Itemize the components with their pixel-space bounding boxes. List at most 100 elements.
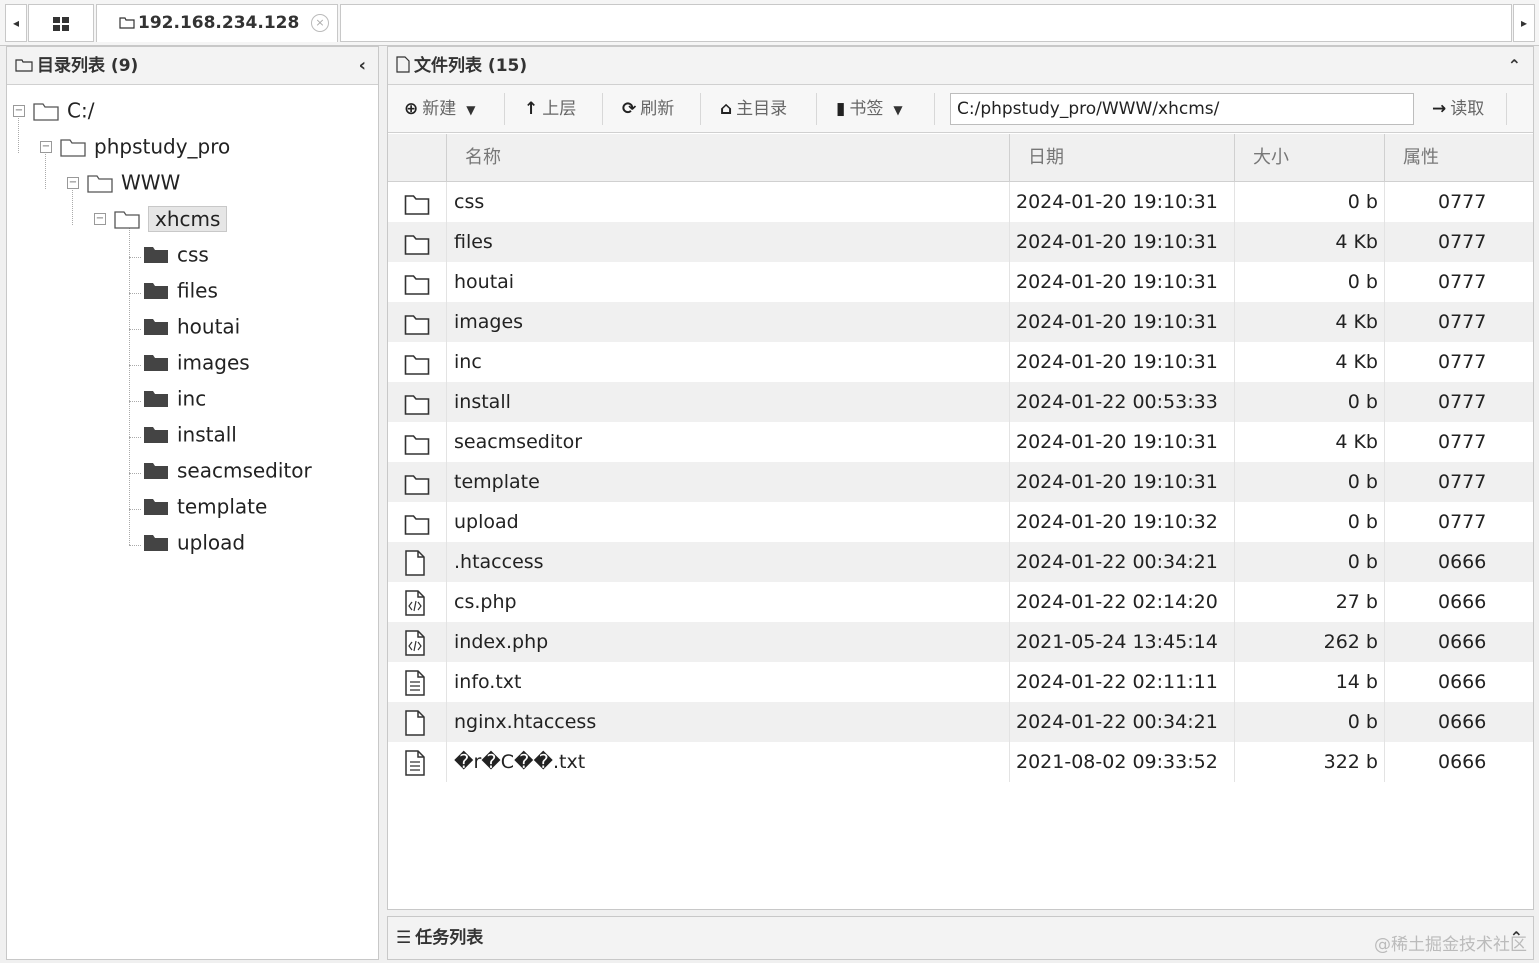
file-date: 2024-01-20 19:10:31	[1016, 231, 1218, 253]
table-row[interactable]: cs.php 2024-01-22 02:14:20 27 b 0666	[388, 582, 1533, 622]
file-name: template	[454, 471, 540, 493]
column-header-date[interactable]: 日期	[1009, 134, 1234, 182]
file-size: 14 b	[1335, 671, 1378, 693]
tree-node-child[interactable]: css	[143, 237, 209, 269]
table-row[interactable]: houtai 2024-01-20 19:10:31 0 b 0777	[388, 262, 1533, 302]
folder-icon	[119, 17, 135, 29]
tree-node-child[interactable]: inc	[143, 381, 206, 413]
folder-icon	[404, 350, 432, 375]
tree-node-root[interactable]: − C:/	[13, 93, 94, 125]
bookmark-button[interactable]: ▮ 书签 ▼	[836, 94, 903, 124]
grid-icon	[53, 16, 69, 31]
folder-open-icon	[87, 174, 113, 193]
tab-bar: ◂ 192.168.234.128 × ▸	[0, 0, 1539, 46]
file-name: files	[454, 231, 493, 253]
tree-node-label: images	[177, 350, 250, 375]
folder-icon	[404, 270, 432, 295]
file-size: 0 b	[1347, 471, 1378, 493]
tree-node-child[interactable]: seacmseditor	[143, 453, 312, 485]
column-header-attr[interactable]: 属性	[1384, 134, 1533, 182]
file-date: 2024-01-22 00:34:21	[1016, 711, 1218, 733]
file-name: cs.php	[454, 591, 517, 613]
collapse-icon[interactable]: −	[40, 140, 52, 153]
file-size: 4 Kb	[1335, 351, 1378, 373]
file-attr: 0666	[1438, 711, 1487, 733]
tree-node-label: template	[177, 494, 268, 519]
file-name: upload	[454, 511, 519, 533]
home-tab[interactable]	[28, 4, 94, 42]
tab-scroll-right-button[interactable]: ▸	[1513, 4, 1535, 42]
up-button[interactable]: ↑ 上层	[524, 94, 576, 124]
table-row[interactable]: template 2024-01-20 19:10:31 0 b 0777	[388, 462, 1533, 502]
table-row[interactable]: nginx.htaccess 2024-01-22 00:34:21 0 b 0666	[388, 702, 1533, 742]
path-input[interactable]	[950, 93, 1414, 125]
tree-node-child[interactable]: houtai	[143, 309, 240, 341]
table-row[interactable]: index.php 2021-05-24 13:45:14 262 b 0666	[388, 622, 1533, 662]
file-size: 0 b	[1347, 511, 1378, 533]
close-icon[interactable]: ×	[311, 14, 329, 32]
new-button[interactable]: ⊕ 新建 ▼	[404, 94, 475, 124]
refresh-button[interactable]: ⟳ 刷新	[622, 94, 674, 124]
file-date: 2024-01-20 19:10:31	[1016, 191, 1218, 213]
file-panel: 文件列表 (15) ⌃ ⊕新建 ▼ ↑上层 ⟳刷新 ⌂主目录 ▮书签 ▼ →读取 名…	[387, 46, 1534, 910]
watermark: @稀土掘金技术社区	[1374, 935, 1527, 955]
tree-node-child[interactable]: install	[143, 417, 237, 449]
arrow-up-icon: ↑	[524, 99, 539, 119]
table-row[interactable]: css 2024-01-20 19:10:31 0 b 0777	[388, 182, 1533, 222]
file-name: css	[454, 191, 485, 213]
panel-splitter[interactable]	[380, 46, 386, 960]
table-row[interactable]: upload 2024-01-20 19:10:32 0 b 0777	[388, 502, 1533, 542]
table-row[interactable]: install 2024-01-22 00:53:33 0 b 0777	[388, 382, 1533, 422]
tree-node-child[interactable]: template	[143, 489, 267, 521]
collapse-left-button[interactable]: ‹	[359, 47, 366, 85]
table-row[interactable]: info.txt 2024-01-22 02:11:11 14 b 0666	[388, 662, 1533, 702]
tree-node-www[interactable]: − WWW	[67, 165, 180, 197]
task-panel: ☰ 任务列表 ⌃ @稀土掘金技术社区	[387, 916, 1534, 960]
file-attr: 0777	[1438, 231, 1487, 253]
collapse-up-button[interactable]: ⌃	[1508, 47, 1521, 85]
file-date: 2024-01-20 19:10:32	[1016, 511, 1218, 533]
file-date: 2021-05-24 13:45:14	[1016, 631, 1218, 653]
tree-node-child[interactable]: files	[143, 273, 218, 305]
folder-icon	[144, 318, 168, 335]
read-button[interactable]: → 读取	[1432, 94, 1484, 124]
tab-label: 192.168.234.128	[138, 13, 300, 33]
folder-open-icon	[60, 138, 86, 157]
tree-node-child[interactable]: upload	[143, 525, 245, 557]
code-file-icon	[404, 590, 432, 616]
column-header-name[interactable]: 名称	[446, 134, 1009, 182]
tree-node-child[interactable]: images	[143, 345, 250, 377]
file-attr: 0777	[1438, 191, 1487, 213]
toolbar: ⊕新建 ▼ ↑上层 ⟳刷新 ⌂主目录 ▮书签 ▼ →读取	[388, 85, 1533, 133]
file-date: 2024-01-20 19:10:31	[1016, 351, 1218, 373]
read-label: 读取	[1450, 99, 1485, 119]
table-row[interactable]: �r�C��.txt 2021-08-02 09:33:52 322 b 0666	[388, 742, 1533, 782]
collapse-icon[interactable]: −	[13, 104, 25, 117]
file-attr: 0777	[1438, 271, 1487, 293]
table-row[interactable]: .htaccess 2024-01-22 00:34:21 0 b 0666	[388, 542, 1533, 582]
arrow-right-icon: →	[1432, 99, 1447, 119]
table-row[interactable]: inc 2024-01-20 19:10:31 4 Kb 0777	[388, 342, 1533, 382]
table-row[interactable]: images 2024-01-20 19:10:31 4 Kb 0777	[388, 302, 1533, 342]
table-row[interactable]: files 2024-01-20 19:10:31 4 Kb 0777	[388, 222, 1533, 262]
tab-server[interactable]: 192.168.234.128 ×	[96, 4, 338, 42]
tree-node-phpstudy-pro[interactable]: − phpstudy_pro	[40, 129, 230, 161]
tree-node-xhcms[interactable]: − xhcms	[94, 201, 228, 233]
column-header-size[interactable]: 大小	[1234, 134, 1384, 182]
tab-scroll-left-button[interactable]: ◂	[5, 4, 27, 42]
folder-icon	[404, 470, 432, 495]
folder-icon	[144, 282, 168, 299]
list-icon: ☰	[396, 928, 412, 948]
home-icon: ⌂	[720, 99, 733, 119]
file-icon	[404, 710, 432, 736]
collapse-icon[interactable]: −	[67, 176, 79, 189]
file-size: 4 Kb	[1335, 311, 1378, 333]
code-file-icon	[404, 630, 432, 656]
file-manager-app: ◂ 192.168.234.128 × ▸ 目录列表 (9) ‹ − C:/ −…	[0, 0, 1539, 963]
collapse-icon[interactable]: −	[94, 212, 106, 225]
home-dir-button[interactable]: ⌂ 主目录	[720, 94, 787, 124]
file-size: 4 Kb	[1335, 431, 1378, 453]
folder-icon	[144, 534, 168, 551]
table-row[interactable]: seacmseditor 2024-01-20 19:10:31 4 Kb 0777	[388, 422, 1533, 462]
folder-icon	[144, 246, 168, 263]
